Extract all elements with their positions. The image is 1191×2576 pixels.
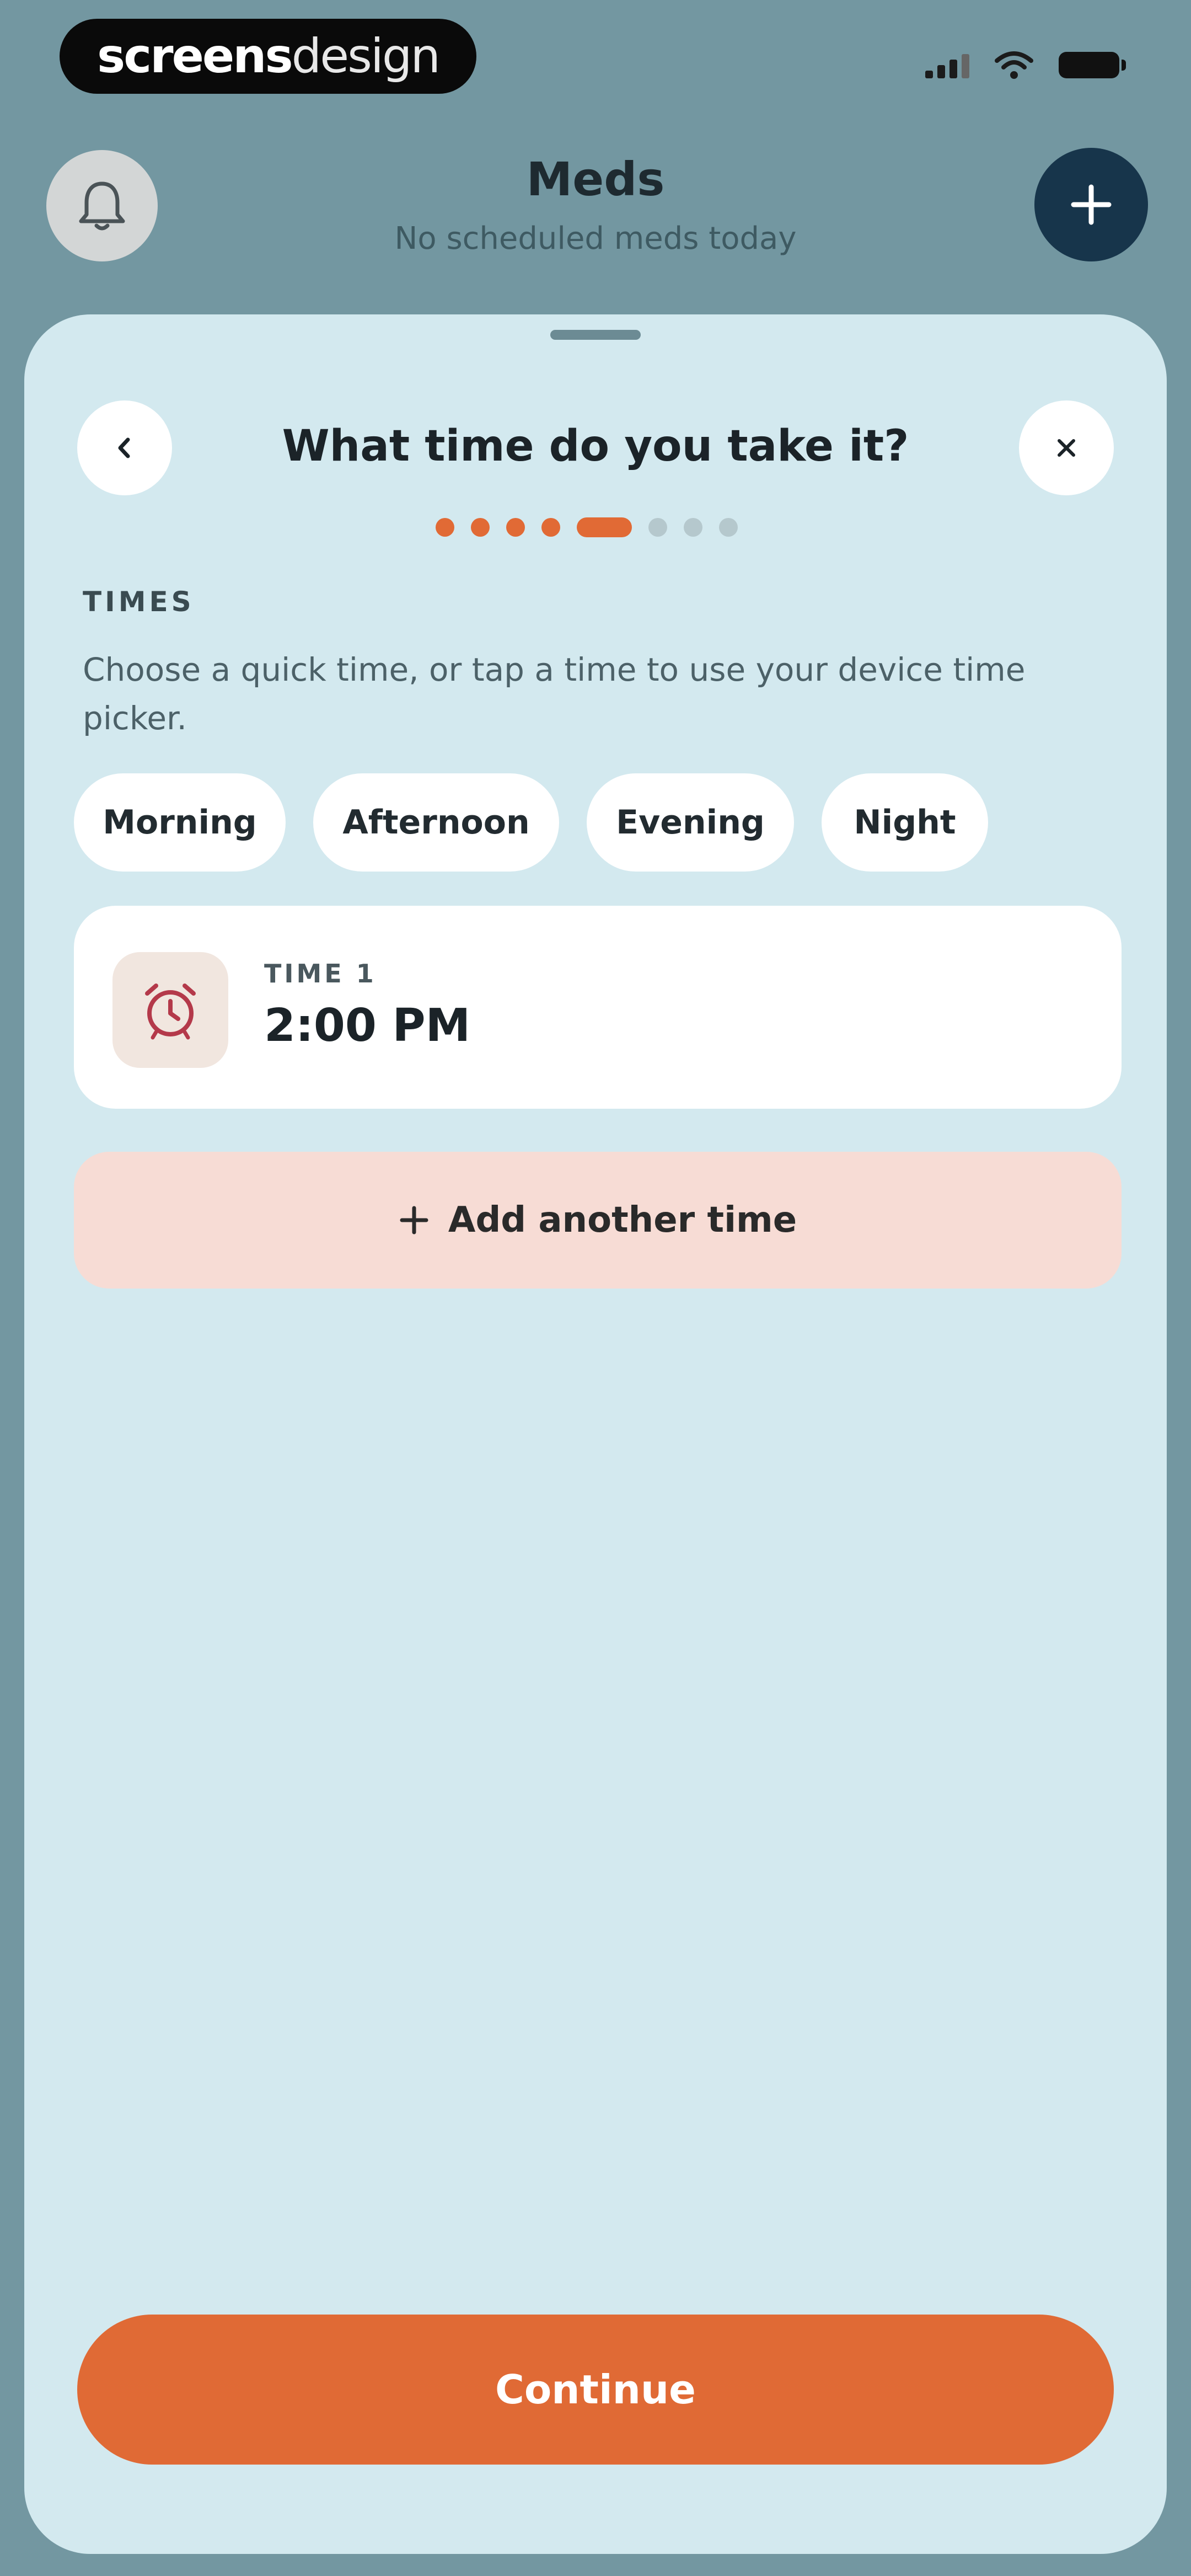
progress-step-pending [648, 518, 667, 537]
progress-step-current [577, 517, 632, 537]
section-label-times: TIMES [83, 586, 195, 618]
sheet-title: What time do you take it? [282, 421, 909, 471]
step-progress-indicator [436, 517, 738, 537]
time-value: 2:00 PM [264, 1000, 471, 1052]
chip-evening[interactable]: Evening [587, 773, 794, 872]
progress-step-done [541, 518, 560, 537]
plus-icon [1071, 184, 1112, 225]
brand-text-light: design [291, 29, 441, 84]
chip-afternoon[interactable]: Afternoon [313, 773, 559, 872]
progress-step-done [436, 518, 454, 537]
progress-step-pending [719, 518, 738, 537]
brand-text-bold: screens [97, 29, 293, 84]
wifi-icon [995, 51, 1033, 79]
plus-icon [400, 1206, 428, 1234]
close-button[interactable] [1019, 400, 1114, 495]
close-icon [1058, 439, 1075, 457]
time-entry-card[interactable]: TIME 1 2:00 PM [74, 906, 1122, 1109]
add-another-time-button[interactable]: Add another time [74, 1152, 1122, 1289]
back-button[interactable] [77, 400, 172, 495]
cellular-signal-icon [925, 52, 969, 78]
status-icons [925, 49, 1126, 82]
continue-button[interactable]: Continue [77, 2315, 1114, 2465]
chip-morning[interactable]: Morning [74, 773, 286, 872]
brand-logo: screens design [60, 19, 476, 94]
progress-step-done [471, 518, 490, 537]
chip-night[interactable]: Night [822, 773, 988, 872]
time-label: TIME 1 [264, 959, 377, 988]
helper-text: Choose a quick time, or tap a time to us… [83, 651, 1026, 737]
progress-step-pending [684, 518, 702, 537]
add-another-time-label: Add another time [448, 1200, 797, 1241]
alarm-icon-container [112, 952, 228, 1068]
alarm-clock-icon [145, 984, 196, 1040]
quick-time-chips: Morning Afternoon Evening Night [74, 773, 988, 872]
app-screen: screens design Meds No scheduled meds tod… [0, 0, 1191, 2576]
progress-step-done [506, 518, 525, 537]
sheet-drag-handle[interactable] [550, 330, 641, 340]
chevron-left-icon [118, 437, 130, 458]
battery-icon [1059, 52, 1126, 78]
page-subtitle: No scheduled meds today [394, 221, 797, 256]
page-title: Meds [526, 152, 665, 206]
add-med-button[interactable] [1034, 148, 1148, 261]
